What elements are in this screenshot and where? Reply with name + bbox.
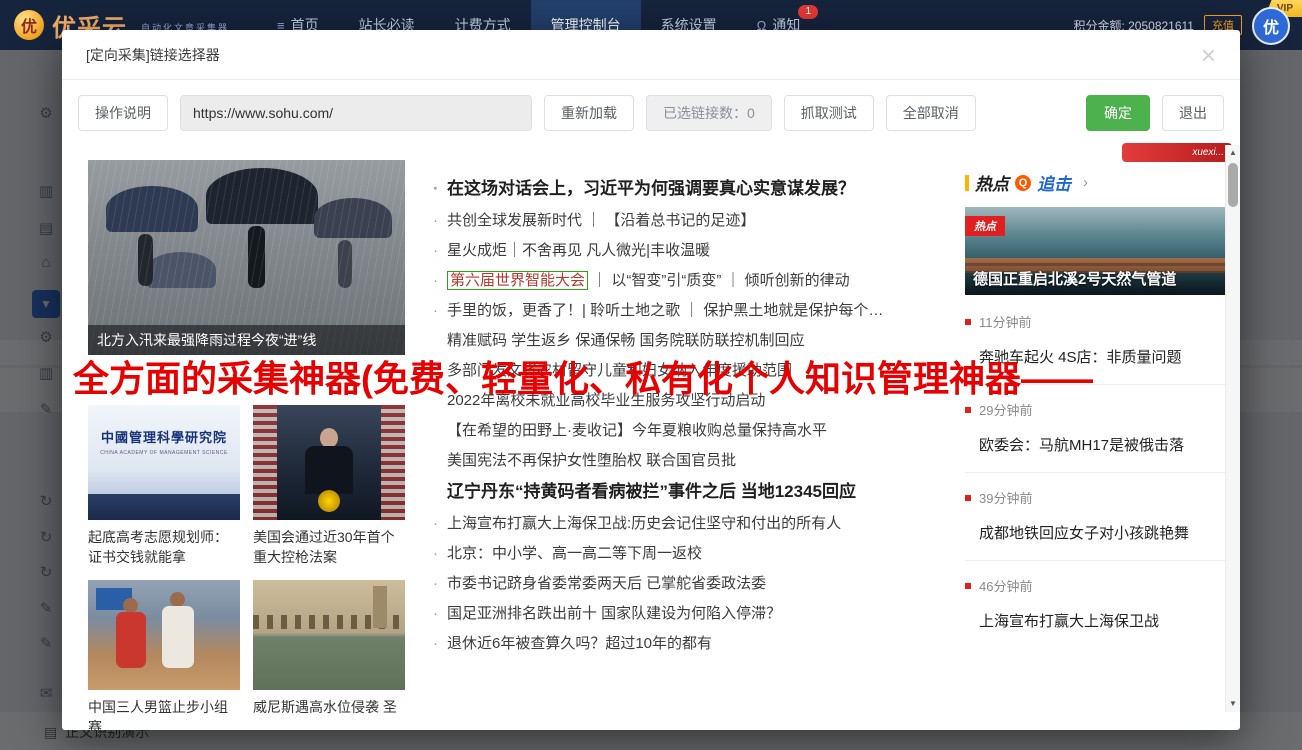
- help-button[interactable]: 操作说明: [78, 95, 168, 131]
- photo-academy[interactable]: 中國管理科學研究院 CHINA ACADEMY OF MANAGEMENT SC…: [88, 405, 240, 520]
- news-link[interactable]: 退休近6年被查算久吗？超过10年的都有: [430, 635, 958, 652]
- person-shape: [138, 234, 153, 286]
- umbrella-shape: [106, 186, 198, 232]
- selected-link-box[interactable]: 第六届世界智能大会: [447, 271, 588, 290]
- square-bullet-icon: [965, 319, 971, 325]
- hot-badge: 热点: [965, 216, 1005, 236]
- exit-button[interactable]: 退出: [1162, 95, 1224, 131]
- hot-item-title[interactable]: 成都地铁回应女子对小孩跳艳舞: [965, 522, 1228, 543]
- news-link[interactable]: 共创全球发展新时代 ｜ 【沿着总书记的足迹】: [430, 212, 958, 229]
- news-link[interactable]: 美国宪法不再保护女性堕胎权 联合国官员批: [430, 452, 958, 469]
- hot-section-title[interactable]: 热点 Q 追击 ›: [965, 170, 1228, 195]
- scroll-down-icon[interactable]: ▼: [1226, 696, 1240, 712]
- news-link[interactable]: 市委书记跻身省委常委两天后 已掌舵省委政法委: [430, 575, 958, 592]
- hot-item-time: 46分钟前: [965, 576, 1228, 595]
- photo-caption[interactable]: 美国会通过近30年首个重大控枪法案: [253, 527, 405, 568]
- photo-caption[interactable]: 中国三人男篮止步小组赛: [88, 697, 240, 730]
- news-link[interactable]: 国足亚洲排名跌出前十 国家队建设为何陷入停滞？: [430, 605, 958, 622]
- accent-bar: [965, 175, 969, 191]
- modal-toolbar: 操作说明 重新加载 已选链接数：0 抓取测试 全部取消 确定 退出: [62, 80, 1240, 146]
- close-icon[interactable]: ×: [1201, 42, 1216, 68]
- academy-title: 中國管理科學研究院: [88, 427, 240, 446]
- hot-feature-image[interactable]: 热点 德国正重启北溪2号天然气管道: [965, 207, 1228, 295]
- hot-title-left: 热点: [975, 170, 1009, 195]
- player-shape: [123, 598, 138, 613]
- embedded-webpage: xuexi... 北方入汛来最强降雨过程今夜“进”线 中國管理科學研究院 CHI…: [85, 145, 1228, 712]
- person-shape: [248, 226, 265, 288]
- chevron-right-icon[interactable]: ›: [1083, 174, 1088, 191]
- logo-icon: 优: [14, 10, 44, 40]
- hot-item-title[interactable]: 奔驰车起火 4S店：非质量问题: [965, 346, 1228, 367]
- scroll-up-icon[interactable]: ▲: [1226, 145, 1240, 161]
- photo-caption[interactable]: 起底高考志愿规划师：证书交钱就能拿: [88, 527, 240, 568]
- cancel-all-button[interactable]: 全部取消: [886, 95, 976, 131]
- hero-caption[interactable]: 北方入汛来最强降雨过程今夜“进”线: [88, 325, 405, 355]
- modal-title: [定向采集]链接选择器: [86, 45, 220, 65]
- url-input[interactable]: [180, 95, 532, 131]
- news-link[interactable]: 北京：中小学、高一高二等下周一返校: [430, 545, 958, 562]
- news-link[interactable]: 辽宁丹东“持黄码者看病被拦”事件之后 当地12345回应: [430, 482, 958, 502]
- link-selector-modal: [定向采集]链接选择器 × 操作说明 重新加载 已选链接数：0 抓取测试 全部取…: [62, 30, 1240, 730]
- hot-logo-icon: Q: [1015, 175, 1031, 191]
- seal-shape: [318, 490, 340, 512]
- promo-banner[interactable]: xuexi...: [1122, 143, 1232, 162]
- crawl-test-button[interactable]: 抓取测试: [784, 95, 874, 131]
- hot-item[interactable]: 11分钟前 奔驰车起火 4S店：非质量问题: [965, 297, 1228, 385]
- selected-count: 已选链接数：0: [646, 95, 772, 131]
- notification-badge: 1: [798, 5, 818, 19]
- player-shape: [162, 606, 194, 668]
- news-link[interactable]: 在这场对话会上，习近平为何强调要真心实意谋发展？: [430, 179, 958, 199]
- umbrella-shape: [314, 198, 392, 238]
- hot-item[interactable]: 39分钟前 成都地铁回应女子对小孩跳艳舞: [965, 473, 1228, 561]
- academy-subtitle: CHINA ACADEMY OF MANAGEMENT SCIENCE: [88, 450, 240, 456]
- news-link[interactable]: 手里的饭，更香了！| 聆听土地之歌 ｜ 保护黑土地就是保护每个…: [430, 302, 958, 319]
- hot-title-right: 追击: [1037, 170, 1071, 195]
- photo-biden-speech[interactable]: [253, 405, 405, 520]
- figure-shape: [320, 428, 338, 448]
- hot-item[interactable]: 29分钟前 欧委会：马航MH17是被俄击落: [965, 385, 1228, 473]
- hot-section: 热点 Q 追击 › 热点 德国正重启北溪2号天然气管道 11分钟前 奔驰车起火 …: [965, 170, 1228, 648]
- tower-shape: [373, 586, 387, 628]
- hot-list: 11分钟前 奔驰车起火 4S店：非质量问题 29分钟前 欧委会：马航MH17是被…: [965, 297, 1228, 648]
- hot-item-title[interactable]: 欧委会：马航MH17是被俄击落: [965, 434, 1228, 455]
- user-avatar[interactable]: 优: [1252, 7, 1290, 45]
- photo-basketball[interactable]: [88, 580, 240, 690]
- confirm-button[interactable]: 确定: [1086, 95, 1150, 131]
- hot-item-time: 39分钟前: [965, 488, 1228, 507]
- player-shape: [116, 612, 146, 668]
- square-bullet-icon: [965, 407, 971, 413]
- square-bullet-icon: [965, 495, 971, 501]
- news-link[interactable]: 多部门发文将农村留守儿童和妇女纳入年度援助范围: [430, 362, 958, 379]
- player-shape: [170, 592, 185, 607]
- scroll-thumb[interactable]: [1228, 163, 1238, 207]
- news-link[interactable]: 第六届世界智能大会 ｜ 以“智变”引“质变” ｜ 倾听创新的律动: [430, 272, 958, 289]
- hero-image[interactable]: 北方入汛来最强降雨过程今夜“进”线: [88, 160, 405, 355]
- left-photo-column: 北方入汛来最强降雨过程今夜“进”线 中國管理科學研究院 CHINA ACADEM…: [88, 160, 405, 355]
- scrollbar[interactable]: ▲ ▼: [1225, 145, 1240, 712]
- modal-header: [定向采集]链接选择器 ×: [62, 30, 1240, 80]
- hot-feature-caption[interactable]: 德国正重启北溪2号天然气管道: [973, 268, 1176, 289]
- news-link-rest: ｜ 以“智变”引“质变” ｜ 倾听创新的律动: [588, 272, 850, 289]
- photo-venice[interactable]: [253, 580, 405, 690]
- news-link[interactable]: 精准赋码 学生返乡 保通保畅 国务院联防联控机制回应: [430, 332, 958, 349]
- hot-item-title[interactable]: 上海宣布打赢大上海保卫战: [965, 610, 1228, 631]
- news-link[interactable]: 【在希望的田野上·麦收记】今年夏粮收购总量保持高水平: [430, 422, 958, 439]
- hot-item[interactable]: 46分钟前 上海宣布打赢大上海保卫战: [965, 561, 1228, 648]
- news-link[interactable]: 上海宣布打赢大上海保卫战:历史会记住坚守和付出的所有人: [430, 515, 958, 532]
- hot-item-time: 29分钟前: [965, 400, 1228, 419]
- news-link[interactable]: 2022年离校未就业高校毕业生服务攻坚行动启动: [430, 392, 958, 409]
- umbrella-shape: [146, 252, 216, 288]
- umbrella-shape: [206, 168, 318, 224]
- person-shape: [338, 240, 352, 288]
- hot-item-time: 11分钟前: [965, 312, 1228, 331]
- news-link[interactable]: 星火成炬｜不舍再见 凡人微光|丰收温暖: [430, 242, 958, 259]
- reload-button[interactable]: 重新加载: [544, 95, 634, 131]
- photo-caption[interactable]: 威尼斯遇高水位侵袭 圣: [253, 697, 405, 717]
- figure-shape: [305, 446, 353, 494]
- news-list: 在这场对话会上，习近平为何强调要真心实意谋发展？ 共创全球发展新时代 ｜ 【沿着…: [430, 179, 958, 665]
- square-bullet-icon: [965, 583, 971, 589]
